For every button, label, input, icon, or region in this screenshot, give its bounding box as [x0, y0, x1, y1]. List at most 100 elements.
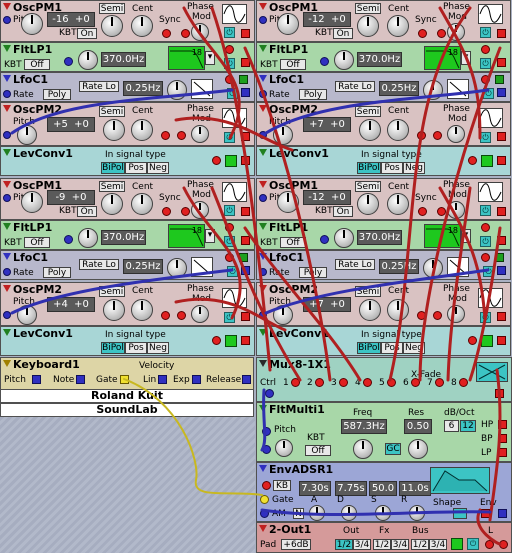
rate-knob[interactable]	[423, 258, 443, 278]
gc-button[interactable]: GC	[385, 443, 401, 455]
oscpm2-module[interactable]: OscPM2 Pitch +7 +0 Semi Cent Phase Mod ⏻	[256, 282, 511, 326]
freq-knob[interactable]	[353, 439, 373, 459]
lfoc1-module[interactable]: LfoC1 Rate Poly Rate Lo 0.25Hz ⏻	[0, 250, 255, 280]
coarse-knob[interactable]	[103, 119, 125, 141]
sustain-knob[interactable]	[375, 505, 391, 521]
lev-output-jack[interactable]	[497, 336, 506, 345]
cent-knob[interactable]	[131, 299, 153, 321]
pitch-knob[interactable]	[277, 191, 299, 213]
power-icon[interactable]: ⏻	[480, 27, 491, 38]
oscpm2-module[interactable]: OscPM2 Pitch +4 +0 Semi Cent Phase Mod ⏻	[0, 282, 255, 326]
poly-button[interactable]: Poly	[43, 267, 71, 278]
phase-input-jack[interactable]	[437, 29, 446, 38]
oscpm2-module[interactable]: OscPM2 Pitch +7 +0 Semi Cent Phase Mod ⏻	[256, 102, 511, 146]
bus-12-button[interactable]: 1/2	[411, 539, 429, 550]
env-output-jack[interactable]	[481, 509, 490, 518]
bp-output-jack[interactable]	[498, 434, 507, 443]
fx-34-button[interactable]: 3/4	[391, 539, 409, 550]
rate-knob[interactable]	[167, 80, 187, 100]
fx-12-button[interactable]: 1/2	[373, 539, 391, 550]
fm-input-jack[interactable]	[177, 131, 186, 140]
lfo-sync-input-jack[interactable]	[225, 75, 234, 84]
ctrl-input-jack[interactable]	[265, 389, 274, 398]
semi-button[interactable]: Semi	[99, 3, 125, 14]
mute-led[interactable]	[451, 538, 463, 550]
rate-lo-button[interactable]: Rate Lo	[79, 81, 119, 92]
osc-output-jack[interactable]	[497, 312, 506, 321]
slope-12-button[interactable]: 12	[460, 420, 476, 432]
poly-button[interactable]: Poly	[299, 267, 327, 278]
waveform-display[interactable]	[222, 4, 247, 24]
pos-button[interactable]: Pos	[125, 342, 147, 354]
release-knob[interactable]	[409, 505, 425, 521]
env-adsr-module[interactable]: EnvADSR1 KB 7.30s 7.75s 50.0 11.0s Gate …	[256, 462, 512, 522]
oscpm1-module[interactable]: OscPM1 Pitch -16 +0 KBT On Semi Cent Syn…	[0, 0, 255, 42]
shape-button[interactable]	[453, 508, 467, 519]
rate-input-jack[interactable]	[3, 90, 11, 98]
module-collapse-icon[interactable]	[259, 285, 267, 292]
neg-button[interactable]: Neg	[403, 342, 425, 354]
lev-output-jack[interactable]	[241, 336, 250, 345]
right-input-jack[interactable]	[499, 540, 508, 549]
pitch-input-jack[interactable]	[259, 311, 267, 319]
lin-output-jack[interactable]	[158, 375, 167, 384]
pitch-input-jack[interactable]	[3, 194, 11, 202]
env-mod-output-jack[interactable]	[498, 509, 507, 518]
pitch-knob[interactable]	[277, 13, 299, 35]
semitone-display[interactable]: +4 +0	[47, 297, 95, 312]
cent-knob[interactable]	[387, 193, 409, 215]
rate-lo-button[interactable]: Rate Lo	[79, 259, 119, 270]
semitone-display[interactable]: -12 +0	[303, 12, 351, 27]
mux-input-jack-3[interactable]	[339, 378, 348, 387]
module-collapse-icon[interactable]	[3, 45, 11, 52]
decay-display[interactable]: 7.75s	[335, 481, 367, 496]
phase-mod-knob[interactable]	[191, 201, 209, 219]
fltlp1-module[interactable]: FltLP1 KBT Off 370.0Hz 18 ▾ ⏻	[256, 42, 511, 72]
oscpm2-module[interactable]: OscPM2 Pitch +5 +0 Semi Cent Phase Mod ⏻	[0, 102, 255, 146]
sustain-display[interactable]: 50.0	[369, 481, 397, 496]
res-knob[interactable]	[408, 439, 428, 459]
mux-input-jack-8[interactable]	[459, 378, 468, 387]
rate-display[interactable]: 0.25Hz	[123, 81, 163, 96]
module-collapse-icon[interactable]	[259, 223, 267, 230]
fltmulti-module[interactable]: FltMulti1 Freq 587.3Hz Res 0.50 dB/Oct 6…	[256, 402, 512, 462]
oscpm1-module[interactable]: OscPM1 Pitch -9 +0 KBT On Semi Cent Sync…	[0, 178, 255, 220]
out-34-button[interactable]: 3/4	[353, 539, 371, 550]
pitch-output-jack[interactable]	[32, 375, 41, 384]
semi-button[interactable]: Semi	[99, 106, 125, 117]
osc-output-jack[interactable]	[497, 207, 506, 216]
poly-button[interactable]: Poly	[43, 89, 71, 100]
freq-display[interactable]: 370.0Hz	[101, 52, 146, 67]
semi-button[interactable]: Semi	[99, 181, 125, 192]
module-collapse-icon[interactable]	[259, 3, 267, 10]
lev-output-jack[interactable]	[241, 156, 250, 165]
mux-input-jack-7[interactable]	[435, 378, 444, 387]
pitch-input-jack[interactable]	[259, 16, 267, 24]
pitch-knob[interactable]	[273, 305, 293, 325]
neg-button[interactable]: Neg	[147, 162, 169, 174]
rate-lo-button[interactable]: Rate Lo	[335, 259, 375, 270]
filter-input-jack[interactable]	[481, 45, 490, 54]
pitch-input-jack[interactable]	[259, 131, 267, 139]
power-icon[interactable]: ⏻	[224, 236, 235, 247]
phase-mod-knob[interactable]	[447, 305, 465, 323]
power-icon[interactable]: ⏻	[480, 312, 491, 323]
waveform-display[interactable]	[478, 288, 503, 308]
module-collapse-icon[interactable]	[259, 45, 267, 52]
filter-output-jack[interactable]	[241, 58, 250, 67]
lfo-output-jack[interactable]	[241, 266, 250, 275]
cent-knob[interactable]	[131, 119, 153, 141]
res-display[interactable]: 0.50	[404, 419, 432, 434]
waveform-display[interactable]	[478, 4, 503, 24]
power-icon[interactable]: ⏻	[483, 88, 494, 99]
power-icon[interactable]: ⏻	[224, 58, 235, 69]
power-icon[interactable]: ⏻	[224, 132, 235, 143]
osc-output-jack[interactable]	[497, 132, 506, 141]
cent-knob[interactable]	[387, 299, 409, 321]
left-input-jack[interactable]	[485, 540, 494, 549]
n-button[interactable]: N	[293, 508, 304, 519]
coarse-knob[interactable]	[101, 193, 123, 215]
kbt-off-button[interactable]: Off	[305, 445, 331, 456]
slope-select-button[interactable]: ▾	[461, 51, 471, 65]
module-collapse-icon[interactable]	[259, 75, 267, 82]
